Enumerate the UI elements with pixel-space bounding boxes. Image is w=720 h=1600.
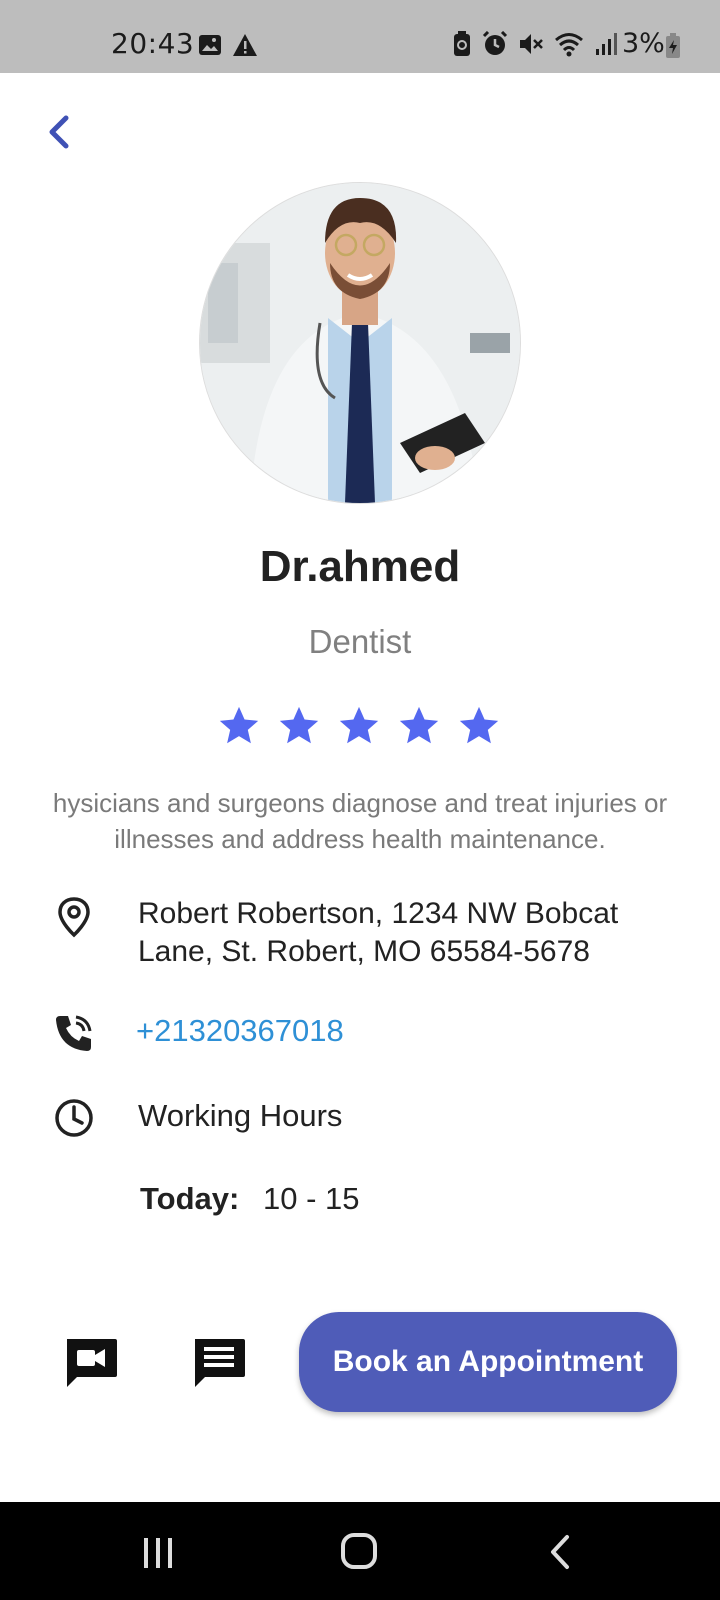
doctor-specialty: Dentist bbox=[308, 623, 412, 660]
mute-icon bbox=[520, 34, 543, 54]
alarm-icon bbox=[482, 31, 508, 55]
location-pin-icon bbox=[58, 897, 90, 938]
status-time: 20:43 bbox=[111, 27, 195, 60]
battery-percent: 3% bbox=[622, 28, 665, 59]
phone-icon bbox=[56, 1015, 92, 1051]
doctor-name: Dr.ahmed bbox=[259, 542, 461, 591]
star-icon bbox=[279, 706, 319, 744]
back-nav-icon[interactable] bbox=[547, 1534, 573, 1570]
recent-apps-icon[interactable] bbox=[140, 1536, 176, 1570]
signal-icon bbox=[596, 33, 617, 55]
status-left-icons bbox=[198, 33, 258, 57]
rating-stars bbox=[215, 703, 505, 749]
today-label: Today: bbox=[140, 1181, 240, 1216]
clock-icon bbox=[55, 1099, 93, 1137]
today-hours: 10 - 15 bbox=[263, 1181, 360, 1216]
warning-icon bbox=[233, 34, 257, 56]
star-icon bbox=[339, 706, 379, 744]
image-icon bbox=[199, 35, 221, 55]
wifi-icon bbox=[555, 33, 583, 57]
back-arrow-icon[interactable] bbox=[42, 112, 78, 152]
system-nav-bar bbox=[0, 1502, 720, 1600]
star-icon bbox=[459, 706, 499, 744]
star-icon bbox=[399, 706, 439, 744]
book-appointment-button[interactable]: Book an Appointment bbox=[299, 1312, 677, 1412]
home-icon[interactable] bbox=[340, 1532, 378, 1570]
address-text: Robert Robertson, 1234 NW Bobcat Lane, S… bbox=[138, 897, 619, 968]
battery-saver-icon bbox=[454, 31, 470, 56]
message-icon[interactable] bbox=[191, 1335, 247, 1391]
working-hours-label: Working Hours bbox=[138, 1098, 343, 1133]
status-bar: 20:43 3% bbox=[0, 0, 720, 73]
doctor-description: hysicians and surgeons diagnose and trea… bbox=[52, 788, 668, 854]
video-chat-icon[interactable] bbox=[63, 1335, 119, 1391]
status-right-icons bbox=[452, 31, 620, 57]
doctor-photo bbox=[200, 183, 520, 503]
star-icon bbox=[219, 706, 259, 744]
battery-icon bbox=[666, 33, 680, 58]
phone-link[interactable]: +21320367018 bbox=[136, 1013, 344, 1049]
doctor-avatar bbox=[199, 182, 521, 504]
